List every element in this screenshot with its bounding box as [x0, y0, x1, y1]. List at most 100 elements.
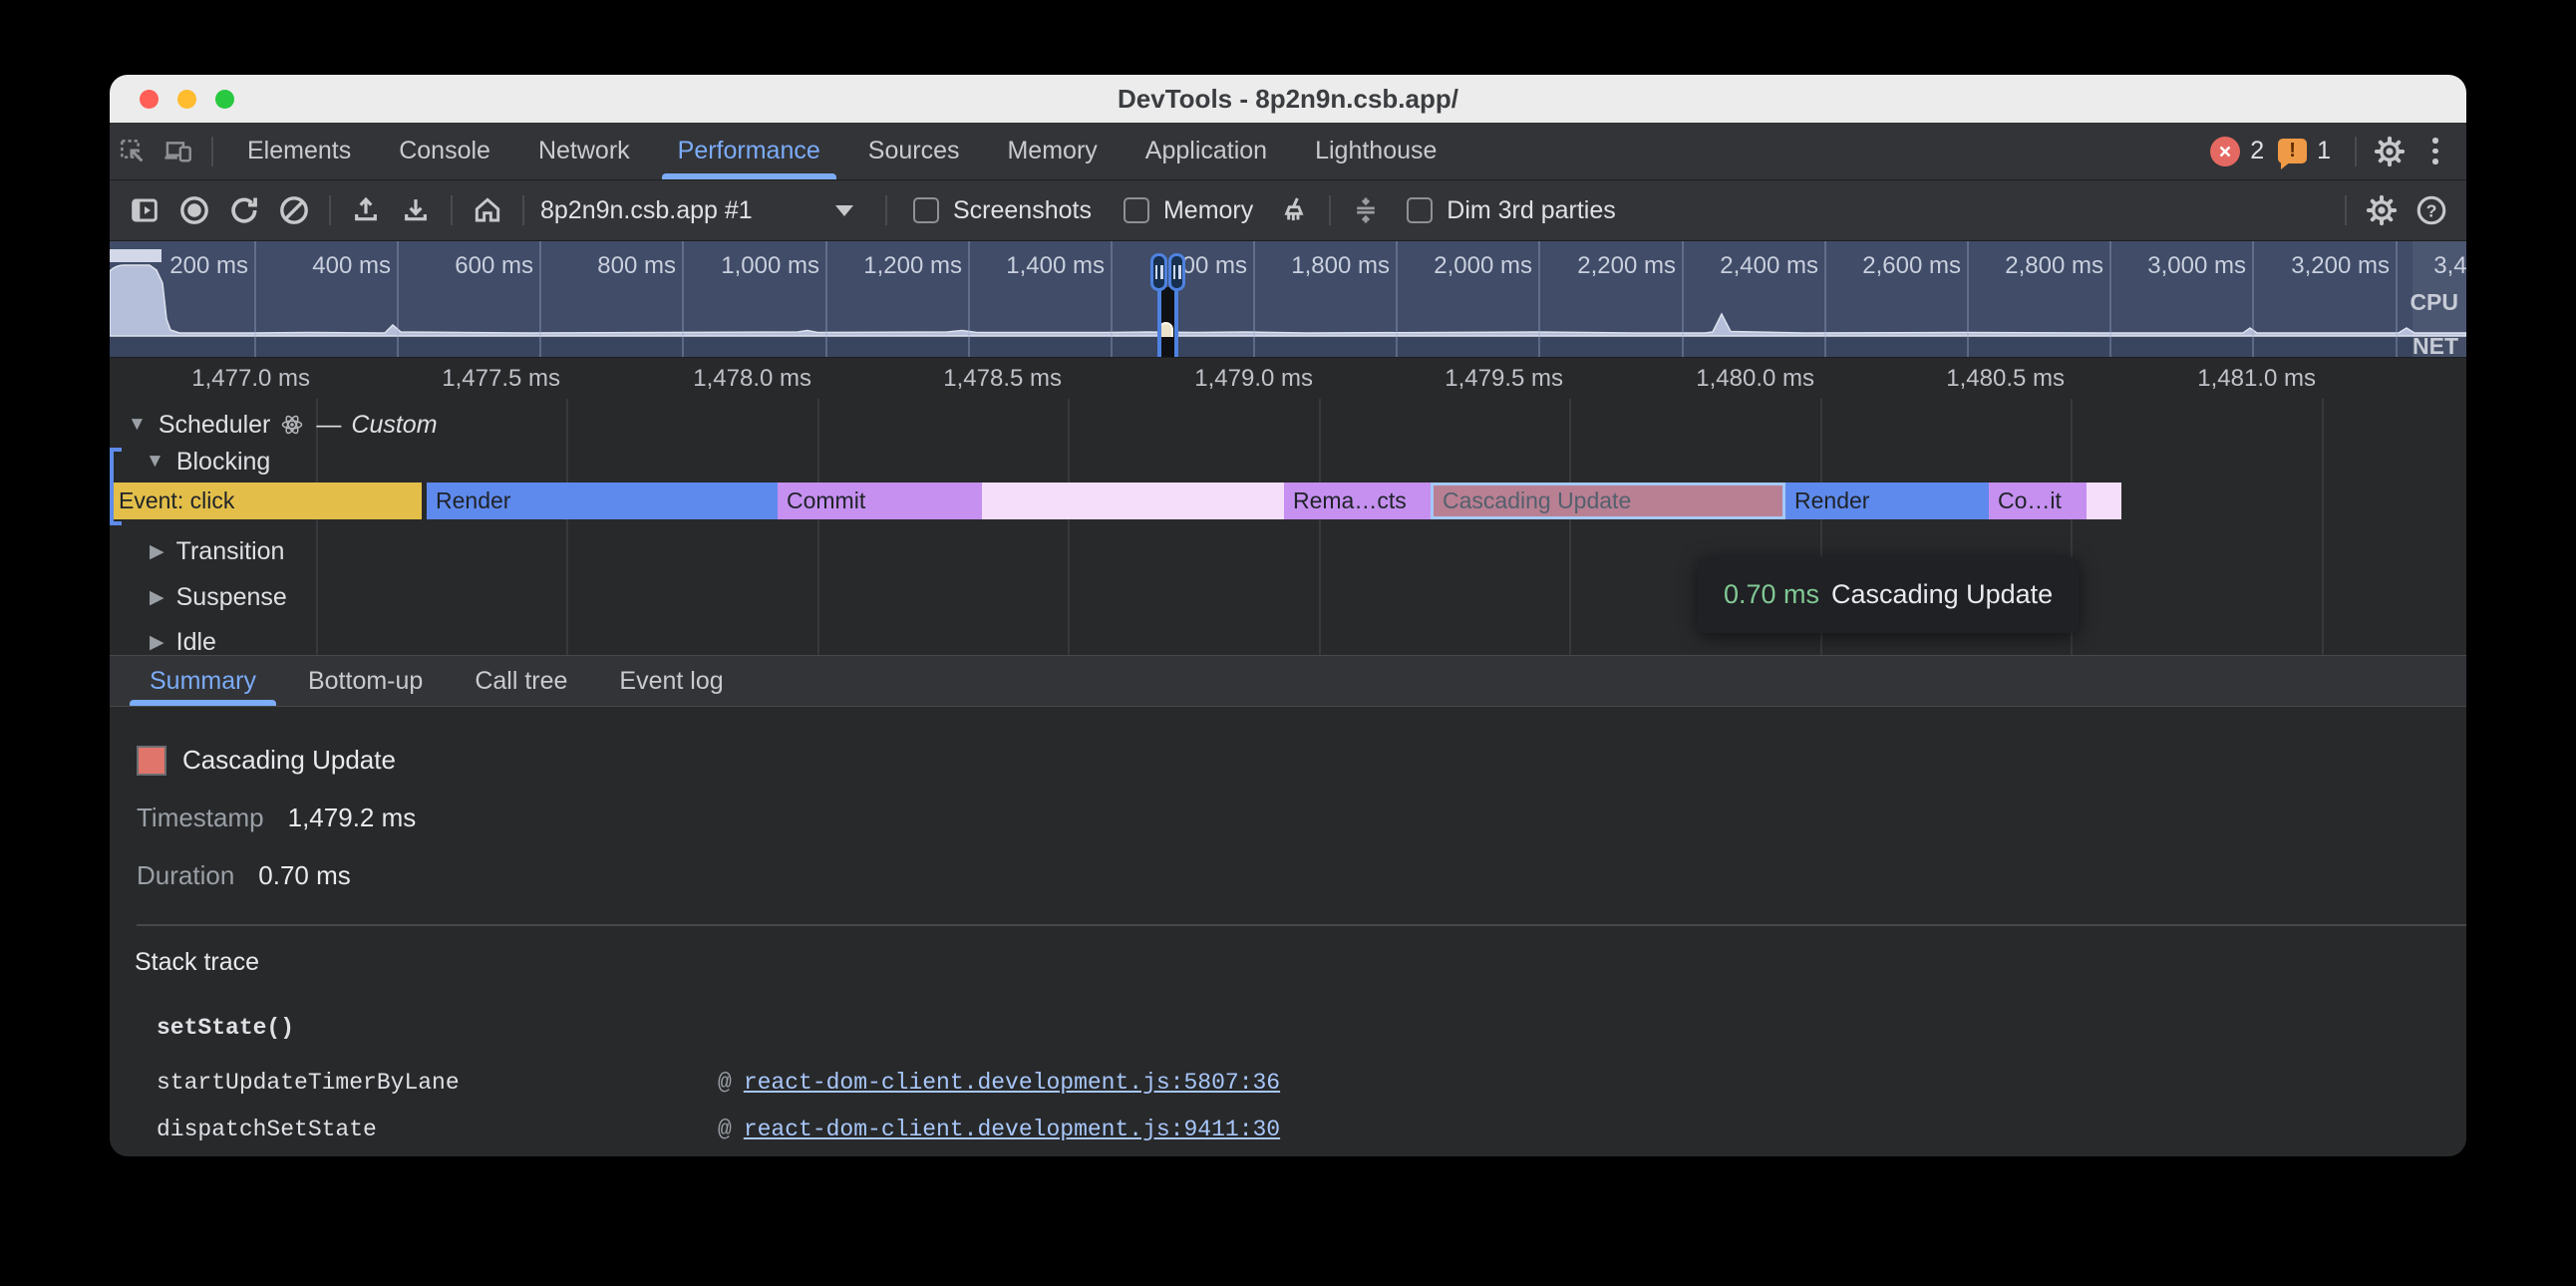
toolbar-separator-4	[885, 195, 887, 225]
event-bar-commit[interactable]: Commit	[778, 482, 982, 519]
tab-console[interactable]: Console	[375, 123, 514, 179]
net-lane-label: NET	[2413, 333, 2458, 358]
stack-frame-function: dispatchSetState	[157, 1117, 718, 1142]
close-window-button[interactable]	[140, 90, 159, 109]
scheduler-track-label: Scheduler	[159, 411, 271, 440]
selection-right-edge[interactable]	[1174, 287, 1178, 357]
target-selector[interactable]: 8p2n9n.csb.app #1	[540, 196, 869, 225]
stack-frame: dispatchSetState@react-dom-client.develo…	[157, 1116, 2466, 1143]
performance-toolbar: 8p2n9n.csb.app #1 Screenshots Memory	[110, 180, 2466, 241]
detail-tab-summary[interactable]: Summary	[124, 656, 282, 706]
checkbox-box	[1124, 197, 1149, 223]
track-blocking[interactable]: ▼ Blocking	[146, 445, 270, 479]
ruler-tick-label: 1,478.5 ms	[842, 358, 1062, 399]
stack-frame-source-link[interactable]: react-dom-client.development.js:5807:36	[744, 1070, 1280, 1096]
event-bar-render[interactable]: Render	[427, 482, 778, 519]
toolbar-separator-6	[2345, 195, 2347, 225]
reload-record-icon[interactable]	[219, 188, 269, 232]
dim-3rd-parties-checkbox[interactable]: Dim 3rd parties	[1407, 196, 1616, 225]
device-toolbar-icon[interactable]	[156, 132, 201, 171]
track-gridline	[566, 399, 568, 655]
memory-checkbox[interactable]: Memory	[1124, 196, 1253, 225]
toolbar-separator-5	[1329, 195, 1331, 225]
tab-lighthouse[interactable]: Lighthouse	[1291, 123, 1460, 179]
summary-row-value: 1,479.2 ms	[288, 803, 417, 833]
track-idle[interactable]: ▶Idle	[150, 625, 216, 656]
error-badge[interactable]: 2	[2210, 137, 2264, 166]
summary-row-duration: Duration0.70 ms	[137, 860, 2466, 891]
upload-profile-icon[interactable]	[341, 188, 391, 232]
devtools-window: DevTools - 8p2n9n.csb.app/ ElementsConso…	[110, 75, 2466, 1156]
selection-left-handle[interactable]	[1150, 253, 1167, 291]
track-gridline	[1569, 399, 1571, 655]
selected-track-bracket	[110, 448, 122, 525]
stack-frame-source-link[interactable]: react-dom-client.development.js:9411:30	[744, 1117, 1280, 1142]
flamechart-tracks: ▼ Scheduler — Custom ▼ Blocking E	[110, 399, 2466, 656]
home-icon[interactable]	[463, 188, 512, 232]
track-transition[interactable]: ▶Transition	[150, 534, 284, 568]
summary-panel: Cascading Update Timestamp1,479.2 msDura…	[110, 707, 2466, 926]
devtools-tabbar: ElementsConsoleNetworkPerformanceSources…	[110, 123, 2466, 180]
chevron-collapsed-icon: ▶	[150, 586, 164, 609]
event-bar-co-it[interactable]: Co…it	[1989, 482, 2087, 519]
toolbar-separator-1	[329, 195, 331, 225]
tab-network[interactable]: Network	[514, 123, 654, 179]
tab-memory[interactable]: Memory	[983, 123, 1121, 179]
summary-row-label: Duration	[137, 860, 234, 891]
blocking-lane-events: Event: clickRenderCommitRema…ctsCascadin…	[110, 482, 2466, 519]
ruler-tick-label: 1,478.0 ms	[592, 358, 811, 399]
issue-count: 1	[2317, 137, 2331, 165]
cpu-lane-label: CPU	[2410, 289, 2458, 316]
panel-tabs: ElementsConsoleNetworkPerformanceSources…	[223, 123, 1460, 179]
tabbar-separator	[211, 137, 213, 166]
collect-garbage-icon[interactable]	[1269, 188, 1319, 232]
tab-performance[interactable]: Performance	[654, 123, 844, 179]
zoom-window-button[interactable]	[215, 90, 234, 109]
clear-icon[interactable]	[269, 188, 319, 232]
download-profile-icon[interactable]	[391, 188, 441, 232]
tab-elements[interactable]: Elements	[223, 123, 375, 179]
record-icon[interactable]	[169, 188, 219, 232]
event-bar-blank[interactable]	[2087, 482, 2121, 519]
dim-3rd-parties-label: Dim 3rd parties	[1447, 196, 1616, 225]
selection-right-handle[interactable]	[1168, 253, 1185, 291]
memory-label: Memory	[1163, 196, 1253, 225]
chevron-collapsed-icon: ▶	[150, 540, 164, 563]
window-titlebar: DevTools - 8p2n9n.csb.app/	[110, 75, 2466, 123]
tab-application[interactable]: Application	[1122, 123, 1291, 179]
collapse-sections-icon[interactable]	[1341, 188, 1391, 232]
chevron-expanded-icon: ▼	[128, 414, 147, 436]
track-scheduler-header[interactable]: ▼ Scheduler — Custom	[128, 407, 438, 443]
ruler-tick-label: 1,481.0 ms	[2096, 358, 2316, 399]
timeline-overview[interactable]: 200 ms400 ms600 ms800 ms1,000 ms1,200 ms…	[110, 241, 2466, 358]
stack-trace-title: Stack trace	[135, 948, 2466, 977]
stack-frame: startUpdateTimerByLane@react-dom-client.…	[157, 1069, 2466, 1097]
checkbox-box	[913, 197, 939, 223]
issue-badge[interactable]: ! 1	[2278, 137, 2331, 165]
detail-tab-bottom-up[interactable]: Bottom-up	[282, 656, 449, 706]
toggle-sidebar-icon[interactable]	[120, 188, 169, 232]
more-options-kebab-icon[interactable]	[2413, 132, 2458, 171]
performance-settings-gear-icon[interactable]	[2357, 188, 2407, 232]
tab-sources[interactable]: Sources	[844, 123, 984, 179]
event-tooltip: 0.70 ms Cascading Update	[1698, 556, 2079, 633]
selection-left-edge[interactable]	[1157, 287, 1161, 357]
stack-frame-at: @	[718, 1070, 732, 1096]
event-bar-cascading-update[interactable]: Cascading Update	[1431, 482, 1785, 519]
event-bar-rema-cts[interactable]: Rema…cts	[1284, 482, 1431, 519]
screenshots-checkbox[interactable]: Screenshots	[913, 196, 1092, 225]
react-icon	[280, 413, 304, 437]
error-icon	[2210, 137, 2240, 166]
detail-tab-call-tree[interactable]: Call tree	[449, 656, 593, 706]
blocking-track-label: Blocking	[176, 448, 271, 477]
event-bar-event-click[interactable]: Event: click	[110, 482, 422, 519]
track-suspense[interactable]: ▶Suspense	[150, 580, 287, 614]
inspect-element-icon[interactable]	[110, 132, 156, 171]
minimize-window-button[interactable]	[177, 90, 196, 109]
help-icon[interactable]: ?	[2407, 188, 2456, 232]
settings-gear-icon[interactable]	[2367, 132, 2413, 171]
event-bar-blank[interactable]	[982, 482, 1284, 519]
ruler-tick-label: 1,480.0 ms	[1595, 358, 1814, 399]
event-bar-render[interactable]: Render	[1785, 482, 1989, 519]
detail-tab-event-log[interactable]: Event log	[593, 656, 749, 706]
